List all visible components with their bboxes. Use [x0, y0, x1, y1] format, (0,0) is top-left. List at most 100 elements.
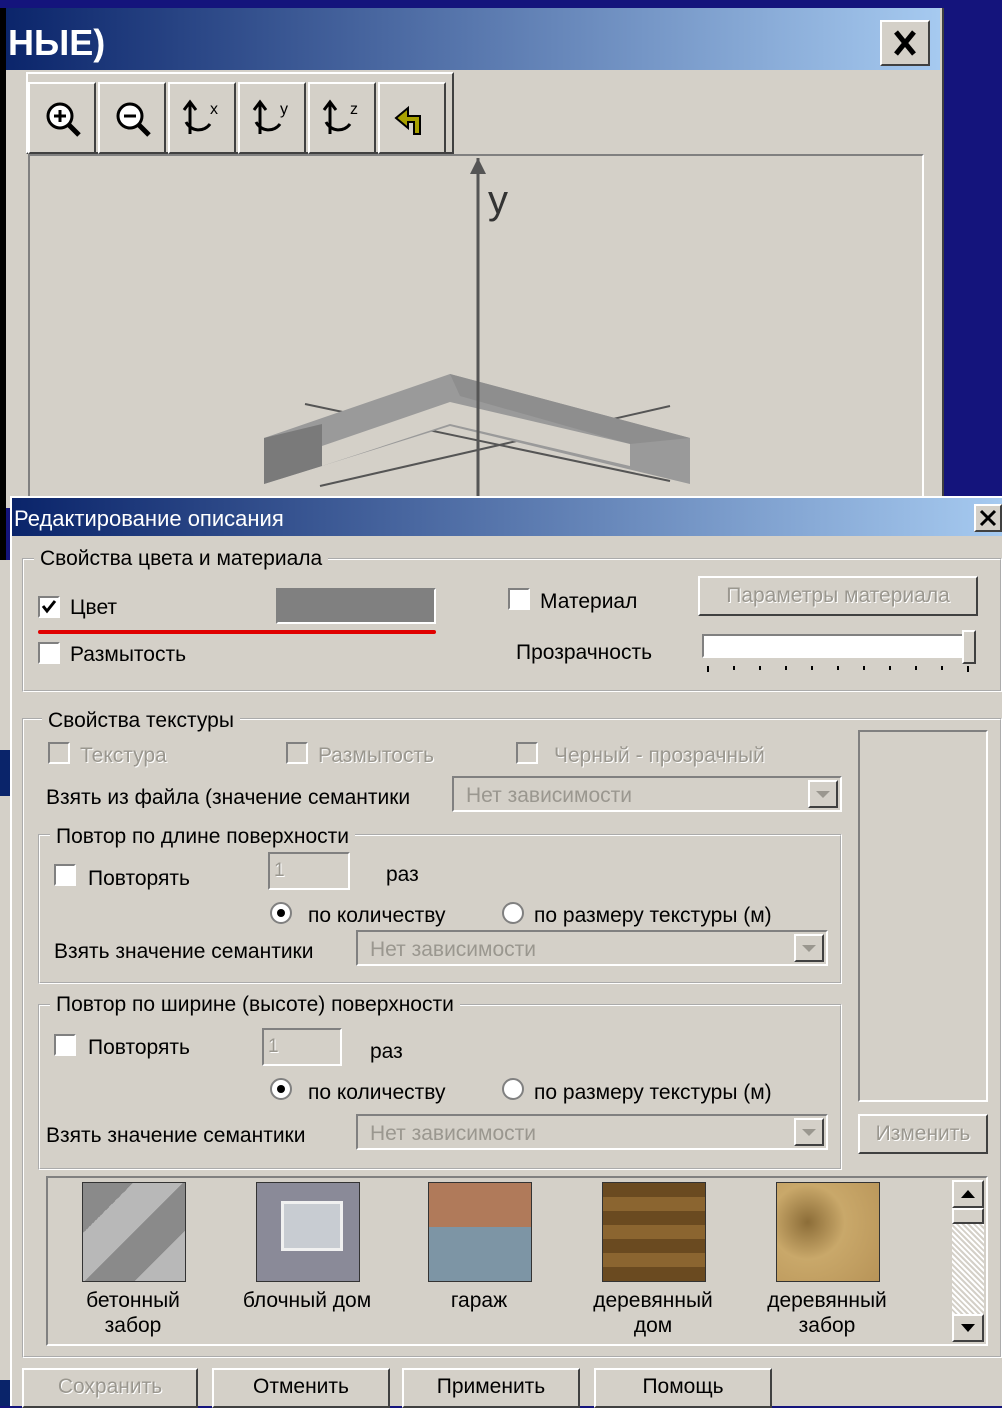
dropdown-button[interactable]: [794, 934, 824, 962]
annotation-underline: [38, 630, 436, 634]
rotate-x-button[interactable]: x: [168, 82, 236, 154]
width-times-label: раз: [370, 1040, 403, 1063]
color-swatch[interactable]: [276, 588, 436, 624]
scroll-down-button[interactable]: [952, 1314, 984, 1342]
background-tab: [0, 750, 10, 796]
transparency-label: Прозрачность: [516, 641, 653, 664]
help-button[interactable]: Помощь: [594, 1368, 772, 1408]
chevron-down-icon: [816, 791, 830, 798]
texture-thumb-wooden-house[interactable]: [602, 1182, 706, 1282]
dropdown-button[interactable]: [794, 1118, 824, 1146]
zoom-out-button[interactable]: [98, 82, 166, 154]
from-file-select[interactable]: Нет зависимости: [452, 776, 842, 812]
width-count-input[interactable]: 1: [262, 1028, 342, 1066]
texture-caption-line1: деревянный: [767, 1289, 887, 1312]
undo-icon: [394, 105, 421, 135]
dialog-close-button[interactable]: [974, 504, 1002, 532]
transparency-slider-ticks: [707, 666, 969, 672]
radio-dot: [277, 909, 285, 917]
close-icon: [894, 30, 916, 56]
length-repeat-checkbox[interactable]: [54, 864, 76, 886]
width-semantic-label: Взять значение семантики: [46, 1124, 306, 1147]
checkmark-icon: [41, 600, 57, 614]
scroll-thumb[interactable]: [952, 1208, 984, 1224]
length-times-label: раз: [386, 863, 419, 886]
width-by-count-label: по количеству: [308, 1081, 446, 1104]
color-checkbox[interactable]: [38, 596, 60, 618]
width-by-size-radio[interactable]: [502, 1078, 524, 1100]
width-repeat-checkbox-label: Повторять: [88, 1036, 190, 1059]
texture-blur-checkbox-label: Размытость: [318, 744, 435, 767]
texture-thumb-wooden-fence[interactable]: [776, 1182, 880, 1282]
length-by-size-radio[interactable]: [502, 902, 524, 924]
transparency-slider-thumb[interactable]: [962, 630, 976, 664]
viewer-canvas[interactable]: y: [28, 154, 924, 508]
save-button[interactable]: Сохранить: [22, 1368, 198, 1408]
edit-description-dialog: Редактирование описания Свойства цвета и…: [10, 496, 1002, 1408]
left-edge-frame: [0, 8, 6, 560]
texture-thumb-concrete-fence[interactable]: [82, 1182, 186, 1282]
chevron-down-icon: [802, 945, 816, 952]
texture-group-title: Свойства текстуры: [42, 710, 240, 731]
texture-checkbox[interactable]: [48, 742, 70, 764]
width-repeat-checkbox[interactable]: [54, 1034, 76, 1056]
axis-y-label: y: [488, 178, 508, 222]
viewer-window: НЫЕ) x y z y: [0, 8, 944, 508]
length-repeat-group-title: Повтор по длине поверхности: [50, 826, 355, 847]
rotate-y-icon: y: [252, 99, 288, 134]
viewer-titlebar: [0, 8, 940, 70]
viewer-close-button[interactable]: [880, 20, 930, 66]
length-count-value: 1: [274, 860, 285, 881]
black-transparent-checkbox[interactable]: [516, 742, 538, 764]
black-transparent-checkbox-label: Черный - прозрачный: [554, 744, 765, 767]
material-params-button[interactable]: Параметры материала: [698, 576, 978, 616]
texture-caption-line1: блочный дом: [242, 1289, 372, 1312]
length-semantic-label: Взять значение семантики: [54, 940, 314, 963]
length-semantic-value: Нет зависимости: [370, 938, 536, 961]
transparency-slider-track[interactable]: [702, 634, 974, 658]
texture-checkbox-label: Текстура: [80, 744, 167, 767]
width-count-value: 1: [268, 1036, 279, 1057]
cancel-button[interactable]: Отменить: [212, 1368, 390, 1408]
window-shape: [281, 1201, 343, 1251]
dialog-title: Редактирование описания: [14, 506, 284, 531]
length-by-count-label: по количеству: [308, 904, 446, 927]
close-icon: [979, 509, 997, 527]
texture-thumb-block-house[interactable]: [256, 1182, 360, 1282]
from-file-label: Взять из файла (значение семантики: [46, 787, 411, 808]
rotate-y-button[interactable]: y: [238, 82, 306, 154]
rotate-x-icon: x: [182, 99, 218, 134]
arrow-up-icon: [961, 1190, 975, 1198]
texture-blur-checkbox[interactable]: [286, 742, 308, 764]
texture-preview: [858, 730, 988, 1102]
length-semantic-select[interactable]: Нет зависимости: [356, 930, 828, 966]
texture-caption-line1: деревянный: [593, 1289, 713, 1312]
rotate-z-button[interactable]: z: [308, 82, 376, 154]
material-checkbox[interactable]: [508, 588, 530, 610]
width-semantic-value: Нет зависимости: [370, 1122, 536, 1145]
zoom-in-icon: [46, 102, 81, 137]
texture-thumb-garage[interactable]: [428, 1182, 532, 1282]
width-by-size-label: по размеру текстуры (м): [534, 1081, 772, 1104]
length-by-count-radio[interactable]: [270, 902, 292, 924]
dropdown-button[interactable]: [808, 780, 838, 808]
viewer-scroll-right: [924, 154, 940, 508]
blur-checkbox[interactable]: [38, 642, 60, 664]
width-semantic-select[interactable]: Нет зависимости: [356, 1114, 828, 1150]
blur-checkbox-label: Размытость: [70, 643, 187, 666]
apply-button[interactable]: Применить: [402, 1368, 580, 1408]
length-repeat-checkbox-label: Повторять: [88, 867, 190, 890]
undo-button[interactable]: [378, 82, 446, 154]
svg-text:y: y: [280, 101, 288, 118]
zoom-in-button[interactable]: [28, 82, 96, 154]
svg-text:z: z: [350, 101, 358, 118]
radio-dot: [277, 1085, 285, 1093]
width-by-count-radio[interactable]: [270, 1078, 292, 1100]
scroll-up-button[interactable]: [952, 1180, 984, 1208]
texture-caption-line1: гараж: [450, 1289, 508, 1312]
length-by-size-label: по размеру текстуры (м): [534, 904, 772, 927]
length-count-input[interactable]: 1: [268, 852, 350, 890]
change-texture-button[interactable]: Изменить: [858, 1114, 988, 1154]
background-tab: [0, 1380, 10, 1406]
zoom-out-icon: [116, 102, 151, 137]
